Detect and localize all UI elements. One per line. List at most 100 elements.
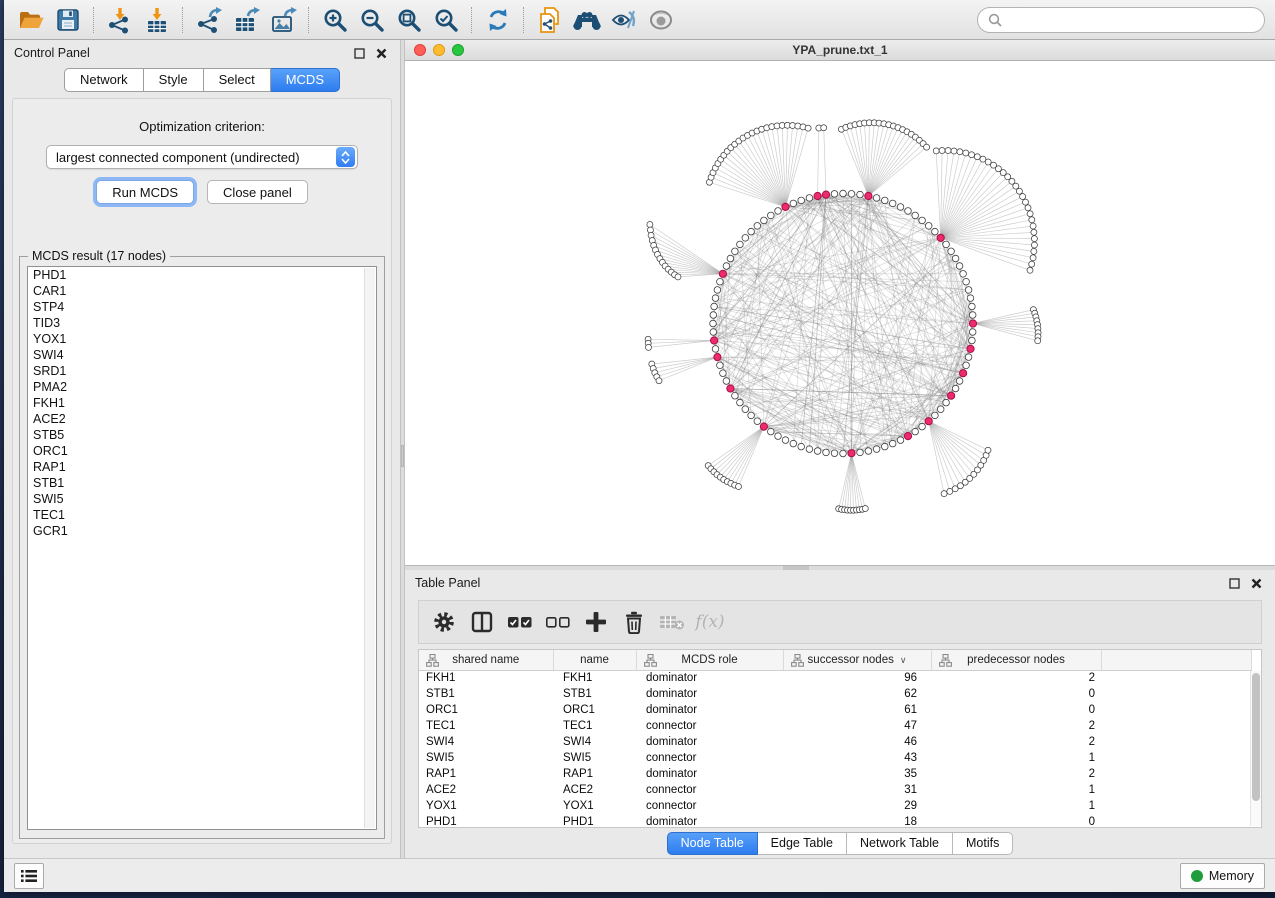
ring-node[interactable] [768,428,775,435]
mcds-result-item[interactable]: YOX1 [28,331,376,347]
table-cell[interactable]: dominator [636,686,783,702]
table-row[interactable]: ACE2ACE2connector311 [419,782,1251,798]
ring-node[interactable] [737,241,744,248]
ring-node[interactable] [932,228,939,235]
table-cell[interactable]: 1 [931,782,1101,798]
leaf-node[interactable] [675,274,681,280]
table-cell[interactable]: SWI4 [553,734,636,750]
mcds-hub-node[interactable] [948,392,955,399]
mcds-result-item[interactable]: SWI5 [28,491,376,507]
mcds-hub-node[interactable] [822,191,829,198]
search-network-icon[interactable] [568,5,605,35]
mcds-hub-node[interactable] [848,450,855,457]
table-cell[interactable]: SWI4 [419,734,553,750]
ring-node[interactable] [723,378,730,385]
leaf-node[interactable] [1030,255,1036,261]
export-image-icon[interactable] [264,5,301,35]
leaf-node[interactable] [945,148,951,154]
column-header-MCDS-role[interactable]: MCDS role [636,650,783,670]
ring-node[interactable] [943,241,950,248]
leaf-node[interactable] [1027,267,1033,273]
leaf-node[interactable] [1031,229,1037,235]
table-cell[interactable]: SWI5 [553,750,636,766]
mcds-hub-node[interactable] [937,234,944,241]
leaf-node[interactable] [821,125,827,131]
tab-network-table[interactable]: Network Table [847,832,953,855]
table-cell[interactable]: SWI5 [419,750,553,766]
table-row[interactable]: SWI4SWI4dominator462 [419,734,1251,750]
table-cell[interactable]: dominator [636,814,783,828]
tab-edge-table[interactable]: Edge Table [758,832,847,855]
ring-node[interactable] [720,370,727,377]
ring-node[interactable] [912,212,919,219]
ring-node[interactable] [782,437,789,444]
ring-node[interactable] [889,200,896,207]
leaf-node[interactable] [951,148,957,154]
mcds-result-item[interactable]: SRD1 [28,363,376,379]
table-cell[interactable]: RAP1 [553,766,636,782]
ring-node[interactable] [840,190,847,197]
tab-motifs[interactable]: Motifs [953,832,1013,855]
mcds-result-list[interactable]: PHD1CAR1STP4TID3YOX1SWI4SRD1PMA2FKH1ACE2… [27,266,377,830]
table-cell[interactable]: TEC1 [419,718,553,734]
mcds-result-item[interactable]: FKH1 [28,395,376,411]
ring-node[interactable] [748,412,755,419]
table-cell[interactable]: 0 [931,814,1101,828]
leaf-node[interactable] [1031,248,1037,254]
ring-node[interactable] [889,440,896,447]
close-panel-button[interactable]: Close panel [207,180,308,204]
ring-node[interactable] [960,271,967,278]
import-network-icon[interactable] [101,5,138,35]
column-header-successor-nodes[interactable]: successor nodes∨ [783,650,931,670]
mcds-hub-node[interactable] [865,192,872,199]
ring-node[interactable] [742,235,749,242]
ring-node[interactable] [857,191,864,198]
optimization-criterion-dropdown[interactable]: largest connected component (undirected) [46,145,358,169]
list-scrollbar[interactable] [364,268,375,828]
ring-node[interactable] [897,204,904,211]
ring-node[interactable] [712,346,719,353]
network-canvas[interactable] [405,61,1275,565]
leaf-node[interactable] [862,506,868,512]
ring-node[interactable] [806,195,813,202]
table-row[interactable]: YOX1YOX1connector291 [419,798,1251,814]
table-cell[interactable]: STB1 [419,686,553,702]
ring-node[interactable] [882,443,889,450]
delete-column-icon[interactable] [615,604,653,640]
ring-node[interactable] [969,303,976,310]
save-session-icon[interactable] [49,5,86,35]
table-row[interactable]: SWI5SWI5connector431 [419,750,1251,766]
table-cell[interactable]: FKH1 [419,670,553,686]
table-cell[interactable]: dominator [636,702,783,718]
ring-node[interactable] [952,385,959,392]
add-column-icon[interactable] [577,604,615,640]
table-cell[interactable]: dominator [636,734,783,750]
leaf-node[interactable] [941,491,947,497]
ring-node[interactable] [831,450,838,457]
ring-node[interactable] [857,449,864,456]
table-cell[interactable]: FKH1 [553,670,636,686]
zoom-out-icon[interactable] [353,5,390,35]
leaf-node[interactable] [974,154,980,160]
float-panel-icon[interactable] [350,44,368,62]
table-cell[interactable]: 35 [783,766,931,782]
leaf-node[interactable] [1029,261,1035,267]
ring-node[interactable] [932,412,939,419]
mcds-result-item[interactable]: STP4 [28,299,376,315]
leaf-node[interactable] [969,152,975,158]
ring-node[interactable] [905,208,912,215]
close-panel-icon[interactable] [1247,574,1265,592]
mcds-hub-node[interactable] [925,418,932,425]
ring-node[interactable] [814,448,821,455]
tab-select[interactable]: Select [204,68,271,92]
network-window-titlebar[interactable]: YPA_prune.txt_1 [405,40,1275,61]
table-cell[interactable]: dominator [636,670,783,686]
ring-node[interactable] [790,200,797,207]
export-table-icon[interactable] [227,5,264,35]
ring-node[interactable] [965,354,972,361]
table-cell[interactable]: ACE2 [419,782,553,798]
table-cell[interactable]: connector [636,750,783,766]
table-cell[interactable]: 0 [931,702,1101,718]
ring-node[interactable] [848,191,855,198]
ring-node[interactable] [790,440,797,447]
